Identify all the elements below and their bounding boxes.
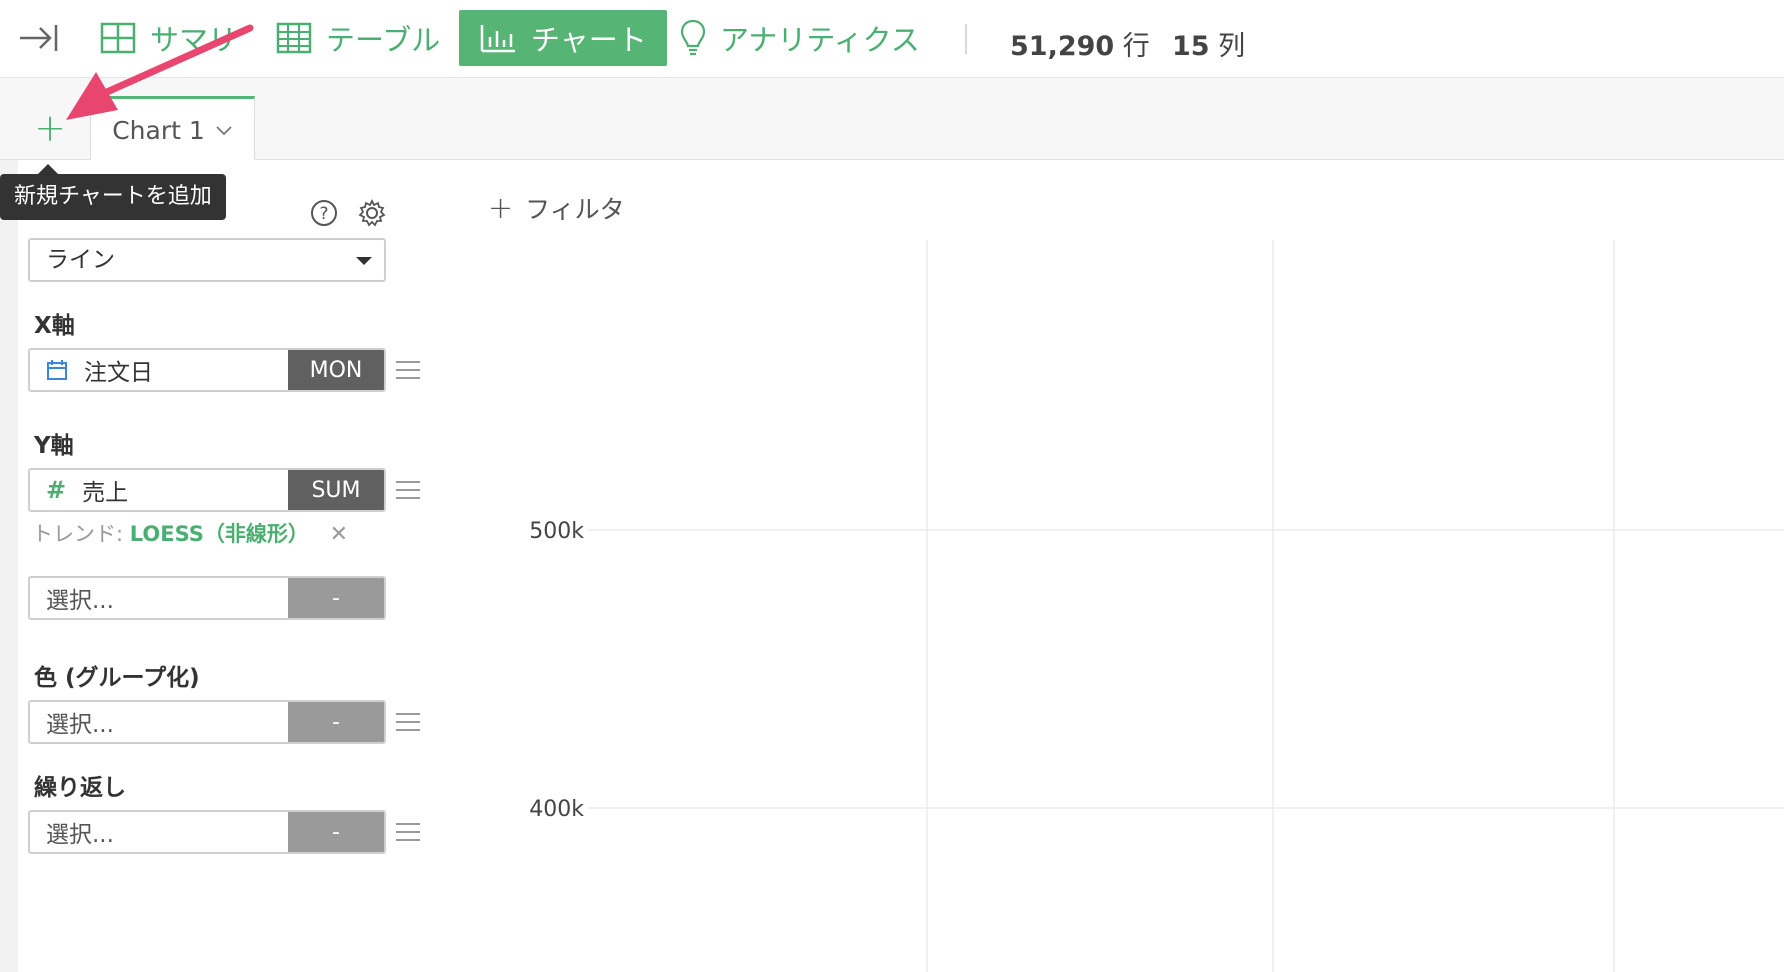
chart-tab-row: + Chart 1 <box>0 78 1784 161</box>
tab-summary[interactable]: サマリ <box>100 10 237 66</box>
tab-analytics-label: アナリティクス <box>720 23 920 57</box>
trend-label: トレンド: <box>32 522 124 546</box>
y-axis-field[interactable]: # 売上 SUM <box>28 468 386 512</box>
plus-icon: + <box>488 191 514 226</box>
additional-value-field[interactable]: 選択... - <box>28 576 386 620</box>
color-group-menu-icon[interactable] <box>396 713 420 733</box>
row-count-value: 51,290 <box>1010 31 1115 62</box>
repeat-placeholder: 選択... <box>46 822 114 848</box>
tab-chart-label: チャート <box>531 23 647 57</box>
color-group-field[interactable]: 選択... - <box>28 700 386 744</box>
repeat-label: 繰り返し <box>34 775 126 801</box>
tab-table[interactable]: テーブル <box>276 10 440 66</box>
chart-tab[interactable]: Chart 1 <box>90 96 255 161</box>
color-group-aggregation[interactable]: - <box>288 702 384 742</box>
column-count: 15 列 <box>1172 24 1245 63</box>
add-chart-button[interactable]: + <box>30 108 70 148</box>
column-count-unit: 列 <box>1218 31 1246 62</box>
x-axis-menu-icon[interactable] <box>396 361 420 381</box>
row-count: 51,290 行 <box>1010 24 1150 63</box>
y-tick-label: 400k <box>529 797 584 822</box>
summary-grid-icon <box>100 22 136 54</box>
chart-tab-label: Chart 1 <box>112 115 205 145</box>
x-axis-aggregation-button[interactable]: MON <box>288 350 384 390</box>
bar-chart-icon <box>480 25 515 53</box>
add-filter-button[interactable]: + フィルタ <box>488 190 625 226</box>
trend-line-info: トレンド: LOESS（非線形） ✕ <box>32 518 348 548</box>
y-axis-field-name: 売上 <box>82 480 129 506</box>
color-group-placeholder: 選択... <box>46 712 114 738</box>
repeat-menu-icon[interactable] <box>396 823 420 843</box>
color-group-label: 色 (グループ化) <box>34 665 200 691</box>
gear-icon[interactable] <box>357 198 387 228</box>
row-count-unit: 行 <box>1122 31 1150 62</box>
additional-value-placeholder: 選択... <box>46 588 114 614</box>
x-axis-label: X軸 <box>34 313 75 339</box>
tab-chart[interactable]: チャート <box>459 10 667 66</box>
chart-vertical-gridlines <box>926 240 1615 972</box>
repeat-aggregation[interactable]: - <box>288 812 384 852</box>
tab-analytics[interactable]: アナリティクス <box>680 10 920 66</box>
lightbulb-icon <box>680 19 706 56</box>
left-gutter <box>0 160 18 972</box>
filter-label: フィルタ <box>525 195 625 224</box>
add-chart-tooltip: 新規チャートを追加 <box>0 164 226 220</box>
additional-value-aggregation[interactable]: - <box>288 578 384 618</box>
table-icon <box>276 22 312 54</box>
trend-value[interactable]: LOESS（非線形） <box>130 522 309 546</box>
column-count-value: 15 <box>1172 31 1210 62</box>
chevron-down-icon[interactable] <box>215 124 233 136</box>
dropdown-caret-icon <box>356 257 372 265</box>
chart-type-select[interactable]: ライン <box>28 238 386 282</box>
x-axis-field-name: 注文日 <box>84 360 153 386</box>
x-axis-field[interactable]: 注文日 MON <box>28 348 386 392</box>
svg-text:?: ? <box>319 204 328 224</box>
y-axis-aggregation-button[interactable]: SUM <box>288 470 384 510</box>
y-tick-label: 500k <box>529 519 584 544</box>
tab-table-label: テーブル <box>326 23 441 57</box>
chart-horizontal-gridlines: 500k 400k <box>529 519 1784 822</box>
remove-trend-icon[interactable]: ✕ <box>330 522 348 547</box>
tab-summary-label: サマリ <box>150 23 238 57</box>
line-chart: 500k 400k <box>529 240 1784 972</box>
chart-type-value: ライン <box>46 247 115 273</box>
top-toolbar: サマリ テーブル チャート アナリティクス 51,290 行 15 列 <box>0 0 1784 78</box>
y-axis-label: Y軸 <box>34 433 74 459</box>
calendar-icon <box>47 360 67 380</box>
number-hash-icon: # <box>46 476 67 504</box>
toolbar-divider <box>965 24 967 54</box>
y-axis-menu-icon[interactable] <box>396 481 420 501</box>
collapse-panel-icon[interactable] <box>18 22 58 54</box>
help-icon[interactable]: ? <box>309 198 339 228</box>
repeat-field[interactable]: 選択... - <box>28 810 386 854</box>
